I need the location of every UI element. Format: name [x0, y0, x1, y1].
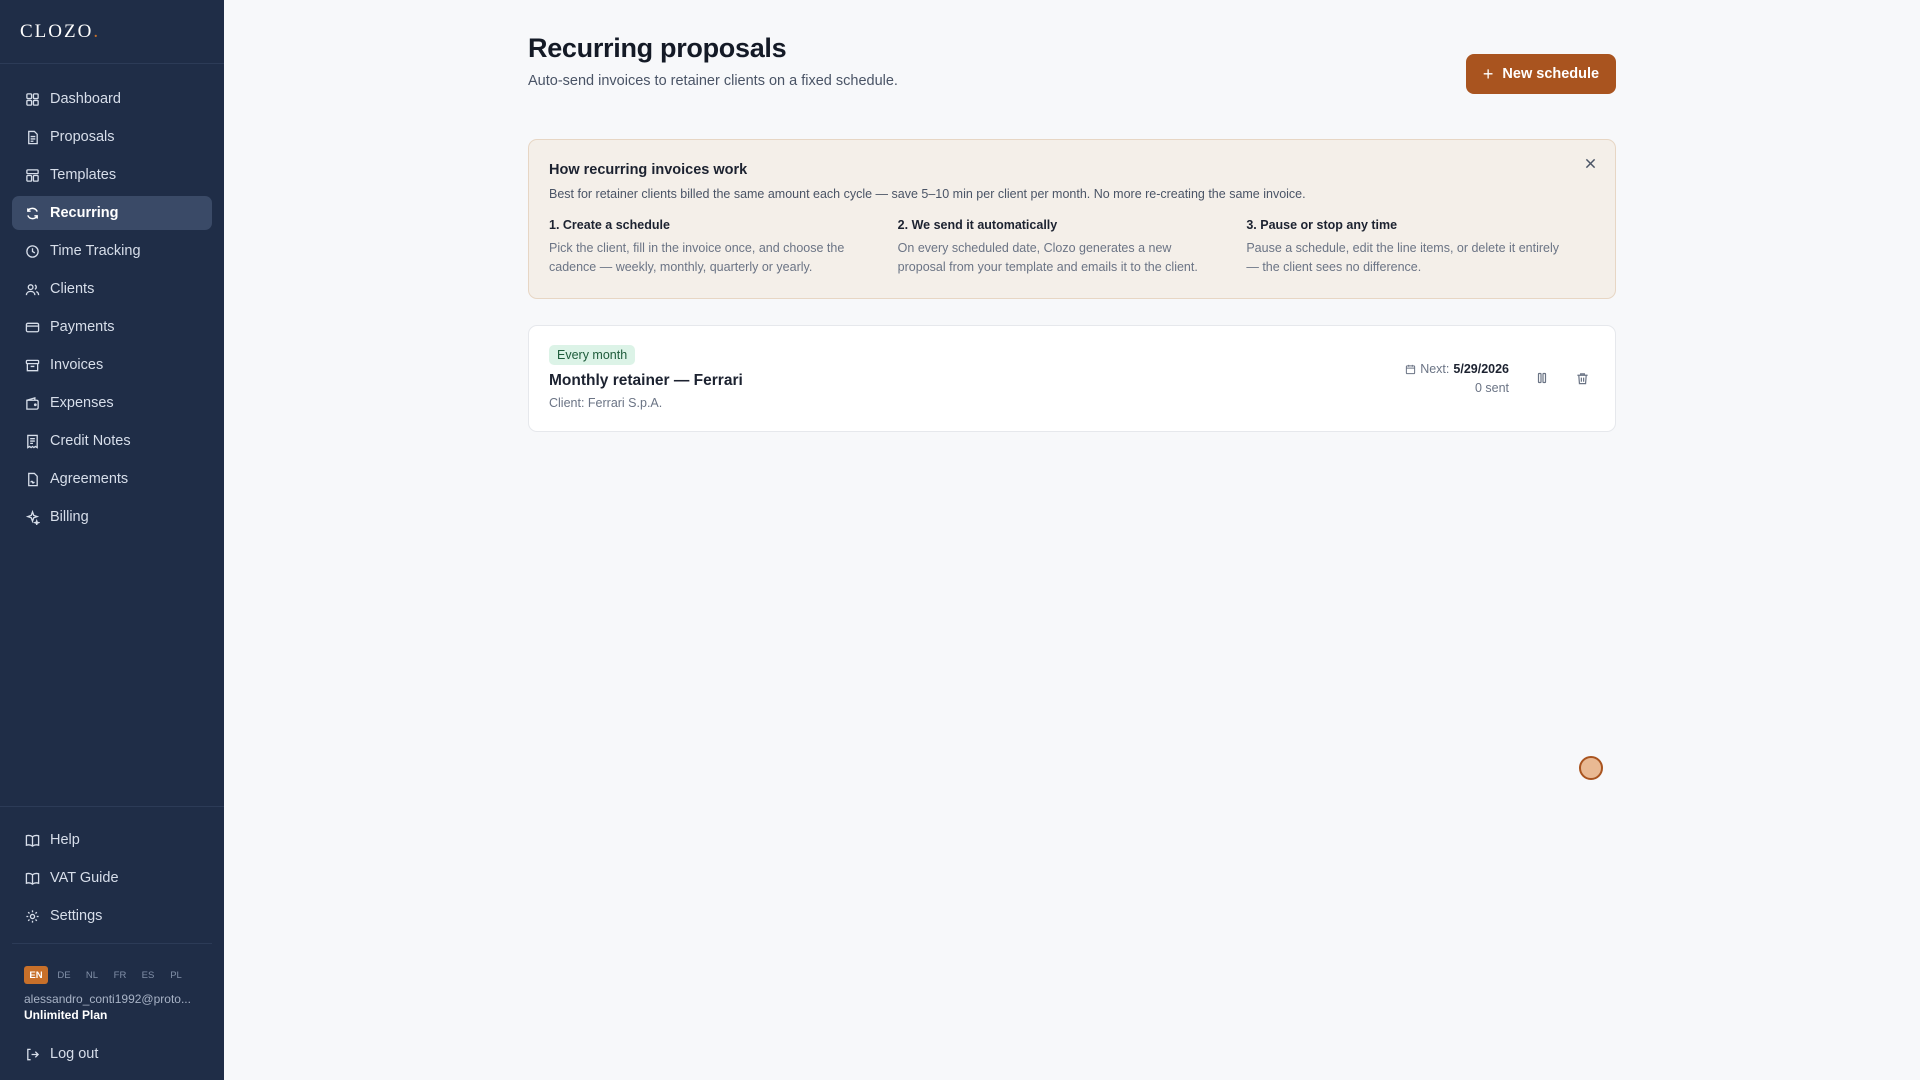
sidebar-item-dashboard[interactable]: Dashboard — [12, 82, 212, 116]
info-step: 2. We send it automatically On every sch… — [898, 218, 1247, 277]
card-icon — [25, 322, 40, 332]
sent-count: 0 sent — [1474, 381, 1509, 395]
sidebar-item-label: Proposals — [50, 129, 115, 145]
users-icon — [25, 283, 40, 295]
info-step: 1. Create a schedule Pick the client, fi… — [549, 218, 898, 277]
info-title: How recurring invoices work — [549, 162, 748, 178]
info-steps: 1. Create a schedule Pick the client, fi… — [549, 218, 1595, 277]
sidebar-item-clients[interactable]: Clients — [12, 272, 212, 306]
sidebar-item-label: Dashboard — [50, 91, 121, 107]
sidebar-item-expenses[interactable]: Expenses — [12, 386, 212, 420]
sidebar-item-time-tracking[interactable]: Time Tracking — [12, 234, 212, 268]
lang-nl[interactable]: NL — [80, 966, 104, 984]
file-signature-icon — [28, 472, 38, 486]
step-title: 2. We send it automatically — [897, 218, 1058, 232]
archive-icon — [25, 359, 40, 371]
step-text: On every scheduled date, Clozo generates… — [897, 241, 1198, 274]
sidebar-item-label: VAT Guide — [50, 870, 119, 886]
next-send-date: Next: 5/29/2026 — [1405, 362, 1509, 376]
sidebar-item-label: Recurring — [50, 205, 119, 221]
book-icon — [25, 872, 40, 885]
sidebar-item-credit-notes[interactable]: Credit Notes — [12, 424, 212, 458]
refresh-icon — [27, 207, 38, 219]
info-description: Best for retainer clients billed the sam… — [549, 187, 1306, 201]
language-switcher: EN DE NL FR ES PL — [12, 966, 212, 984]
calendar-icon — [1406, 364, 1416, 374]
dashboard-icon — [26, 92, 39, 106]
secondary-nav: Help VAT Guide Settings — [0, 806, 224, 937]
sidebar: CLOZO. Dashboard Proposals Templates Rec… — [0, 0, 224, 1080]
info-step: 3. Pause or stop any time Pause a schedu… — [1246, 218, 1595, 277]
main-nav: Dashboard Proposals Templates Recurring … — [0, 64, 224, 534]
plan-name: Unlimited Plan — [24, 1008, 108, 1022]
trash-icon — [1576, 372, 1588, 384]
sidebar-item-templates[interactable]: Templates — [12, 158, 212, 192]
lang-es[interactable]: ES — [136, 966, 160, 984]
new-schedule-button[interactable]: + New schedule — [1466, 54, 1616, 94]
wallet-icon — [26, 396, 39, 410]
schedule-client: Client: Ferrari S.p.A. — [549, 396, 663, 410]
plus-icon: + — [1482, 64, 1494, 84]
sidebar-item-label: Invoices — [50, 357, 104, 373]
sidebar-item-vat-guide[interactable]: VAT Guide — [12, 861, 212, 895]
logo-text: CLOZO — [20, 20, 94, 42]
lang-fr[interactable]: FR — [108, 966, 132, 984]
schedule-card[interactable]: Every month Monthly retainer — Ferrari C… — [528, 325, 1616, 432]
templates-icon — [26, 168, 39, 182]
sidebar-item-payments[interactable]: Payments — [12, 310, 212, 344]
lang-pl[interactable]: PL — [164, 966, 188, 984]
schedule-title: Monthly retainer — Ferrari — [549, 372, 743, 389]
cursor-indicator — [1579, 756, 1603, 780]
logo-dot: . — [93, 20, 101, 42]
logout-icon — [27, 1048, 40, 1060]
sidebar-item-billing[interactable]: Billing — [12, 500, 212, 534]
next-date: 5/29/2026 — [1453, 362, 1509, 376]
sparkle-icon — [25, 509, 40, 525]
sidebar-footer: EN DE NL FR ES PL alessandro_conti1992@p… — [12, 943, 212, 1075]
document-icon — [28, 130, 38, 144]
sidebar-item-label: Agreements — [50, 471, 129, 487]
logo[interactable]: CLOZO. — [0, 0, 224, 64]
sidebar-item-label: Templates — [50, 167, 117, 183]
page-subtitle: Auto-send invoices to retainer clients o… — [528, 73, 898, 89]
step-text: Pick the client, fill in the invoice onc… — [549, 241, 845, 274]
page-title: Recurring proposals — [528, 33, 787, 63]
sidebar-item-agreements[interactable]: Agreements — [12, 462, 212, 496]
step-title: 1. Create a schedule — [549, 218, 670, 232]
clock-icon — [26, 244, 39, 258]
frequency-badge: Every month — [549, 345, 636, 365]
sidebar-item-invoices[interactable]: Invoices — [12, 348, 212, 382]
sidebar-item-help[interactable]: Help — [12, 823, 212, 857]
sidebar-item-proposals[interactable]: Proposals — [12, 120, 212, 154]
sidebar-item-label: Expenses — [50, 395, 114, 411]
receipt-icon — [27, 434, 38, 449]
sidebar-item-settings[interactable]: Settings — [12, 899, 212, 933]
pause-button[interactable] — [1531, 367, 1553, 389]
pause-icon — [1537, 372, 1547, 384]
sidebar-item-label: Payments — [50, 319, 115, 335]
next-label: Next: — [1420, 362, 1450, 376]
sidebar-item-label: Clients — [50, 281, 95, 297]
step-title: 3. Pause or stop any time — [1246, 218, 1398, 232]
step-text: Pause a schedule, edit the line items, o… — [1246, 241, 1560, 274]
logout-button[interactable]: Log out — [12, 1037, 212, 1071]
lang-en[interactable]: EN — [24, 966, 48, 984]
new-schedule-label: New schedule — [1502, 66, 1600, 82]
user-email: alessandro_conti1992@proto... — [24, 992, 191, 1006]
book-icon — [25, 834, 40, 847]
info-card: How recurring invoices work Best for ret… — [528, 139, 1616, 299]
sidebar-item-recurring[interactable]: Recurring — [12, 196, 212, 230]
sidebar-item-label: Settings — [50, 908, 103, 924]
sidebar-item-label: Help — [50, 832, 80, 848]
gear-icon — [26, 909, 39, 923]
lang-de[interactable]: DE — [52, 966, 76, 984]
sidebar-item-label: Billing — [50, 509, 89, 525]
delete-button[interactable] — [1571, 367, 1593, 389]
sidebar-item-label: Time Tracking — [50, 243, 141, 259]
close-icon[interactable] — [1581, 154, 1599, 172]
logout-label: Log out — [50, 1046, 99, 1062]
sidebar-item-label: Credit Notes — [50, 433, 131, 449]
